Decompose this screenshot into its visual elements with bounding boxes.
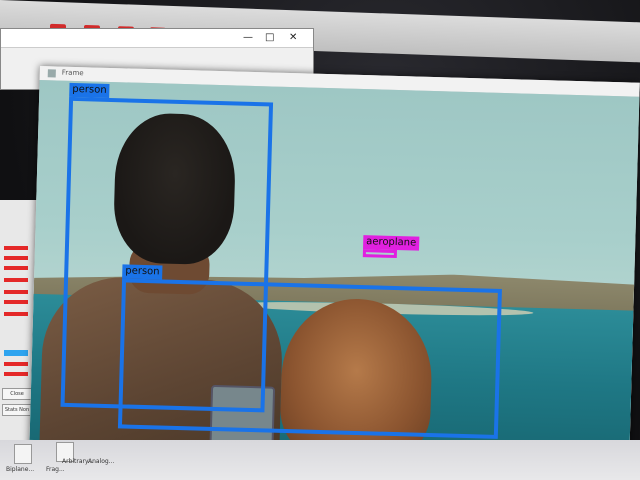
detection-label-aeroplane: aeroplane <box>363 235 420 251</box>
desktop-icon-label: Analog... <box>88 458 115 465</box>
red-bar <box>4 246 28 250</box>
video-frame: person person aeroplane <box>29 79 640 457</box>
background-window-titlebar: — □ ✕ <box>1 29 313 48</box>
red-bar <box>4 362 28 366</box>
window-title: Frame <box>61 68 84 78</box>
desktop-icon-label: Biplane... <box>6 466 35 473</box>
minimize-icon[interactable]: — <box>243 32 253 43</box>
red-bar <box>4 266 28 270</box>
app-icon <box>47 69 56 78</box>
desktop-icon-label: Frag... <box>46 466 65 473</box>
close-icon[interactable]: ✕ <box>289 32 297 43</box>
desktop-strip: Biplane... Frag... Arbitrary... Analog..… <box>0 440 640 480</box>
blue-bar <box>4 350 28 356</box>
red-bar <box>4 300 28 304</box>
maximize-icon[interactable]: □ <box>265 32 274 43</box>
red-bar <box>4 312 28 316</box>
detection-box-aeroplane <box>362 249 398 259</box>
stats-button[interactable]: Stats Non <box>2 404 32 416</box>
red-bar <box>4 290 28 294</box>
frame-window[interactable]: Frame person person aeroplane <box>29 66 640 469</box>
file-icon[interactable] <box>14 444 32 464</box>
detection-label-person-1: person <box>69 82 110 98</box>
red-bar <box>4 372 28 376</box>
red-bar <box>4 256 28 260</box>
detection-box-person-2 <box>117 278 502 439</box>
red-bar <box>4 278 28 282</box>
close-button[interactable]: Close <box>2 388 32 400</box>
detection-label-person-2: person <box>122 264 163 280</box>
